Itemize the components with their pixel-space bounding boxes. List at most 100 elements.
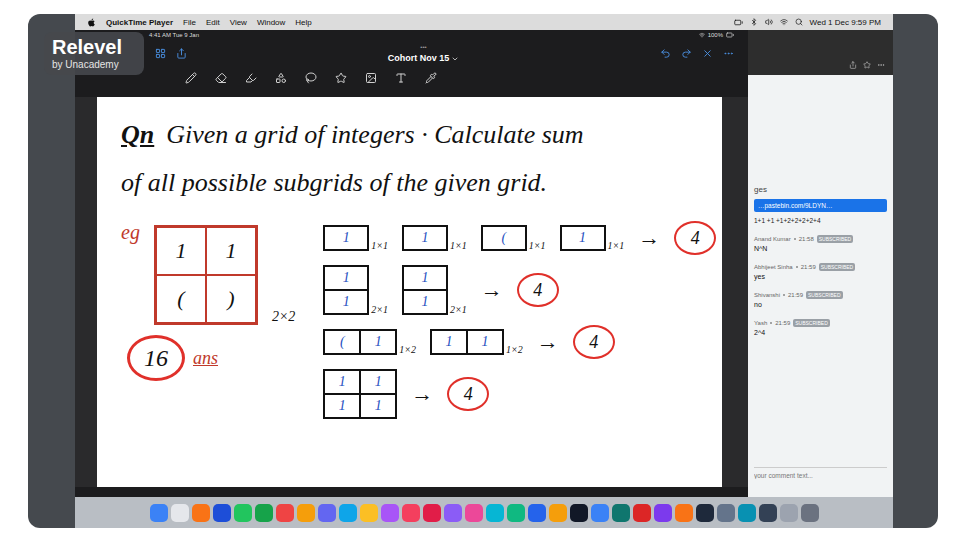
pinned-link[interactable]: …pastebin.com/9LDYN…	[754, 199, 887, 212]
subgrid-box: 1	[323, 225, 369, 251]
app-icon[interactable]	[297, 504, 315, 522]
note-page[interactable]: QnGiven a grid of integers · Calculate s…	[97, 97, 722, 487]
more-icon[interactable]	[877, 61, 885, 69]
sticker-icon[interactable]	[335, 72, 347, 84]
menu-item[interactable]: Help	[295, 18, 311, 27]
app-icon[interactable]	[171, 504, 189, 522]
comment-time: 21:59	[801, 264, 816, 270]
notes-title[interactable]: •••Cohort Nov 15	[388, 42, 460, 64]
app-icon[interactable]	[591, 504, 609, 522]
result-circle: 4	[447, 377, 489, 411]
chevron-down-icon[interactable]	[451, 55, 459, 63]
tablet-battery: 100%	[708, 32, 723, 38]
drawing-tools	[75, 66, 748, 90]
subgrid: 112×1	[323, 265, 388, 315]
app-icon[interactable]	[507, 504, 525, 522]
laser-icon[interactable]	[425, 72, 437, 84]
app-icon[interactable]	[381, 504, 399, 522]
app-icon[interactable]	[150, 504, 168, 522]
subgrid-box: 11	[402, 265, 448, 315]
subgrid-cell: 1	[324, 370, 360, 394]
app-icon[interactable]	[801, 504, 819, 522]
app-icon[interactable]	[675, 504, 693, 522]
meta-dot	[796, 266, 798, 268]
subscribed-badge: SUBSCRIBED	[806, 291, 843, 299]
bluetooth-icon[interactable]	[750, 18, 758, 26]
app-icon[interactable]	[696, 504, 714, 522]
comment-meta: Shivanshi21:59SUBSCRIBED	[754, 291, 887, 299]
subgrid-cell: 1	[324, 290, 368, 314]
wifi-icon[interactable]	[780, 18, 788, 26]
app-icon[interactable]	[738, 504, 756, 522]
subgrid-box: 11	[323, 265, 369, 315]
share-icon[interactable]	[849, 61, 857, 69]
menu-app[interactable]: QuickTime Player	[106, 18, 173, 27]
browser-toolbar	[748, 30, 893, 75]
app-icon[interactable]	[255, 504, 273, 522]
undo-icon[interactable]	[660, 48, 671, 59]
menu-item[interactable]: Window	[257, 18, 285, 27]
subgrid: 11×1	[323, 225, 388, 251]
more-icon[interactable]	[723, 48, 734, 59]
app-icon[interactable]	[654, 504, 672, 522]
app-icon[interactable]	[633, 504, 651, 522]
volume-icon[interactable]	[765, 18, 773, 26]
pen-icon[interactable]	[185, 72, 197, 84]
shapes-icon[interactable]	[275, 72, 287, 84]
notes-title-text[interactable]: Cohort Nov 15	[388, 53, 460, 64]
comment-input[interactable]	[754, 467, 887, 483]
app-icon[interactable]	[549, 504, 567, 522]
subgrid-cell: 1	[561, 226, 605, 250]
mac-screen: QuickTime Player File Edit View Window Help We…	[75, 14, 893, 528]
app-icon[interactable]	[318, 504, 336, 522]
subgrid: (11×2	[323, 329, 416, 355]
eraser-icon[interactable]	[215, 72, 227, 84]
app-icon[interactable]	[486, 504, 504, 522]
subgrid-box: (1	[323, 329, 397, 355]
app-icon[interactable]	[759, 504, 777, 522]
app-icon[interactable]	[360, 504, 378, 522]
notes-dots: •••	[420, 42, 426, 53]
subgrid-size: 1×2	[506, 344, 523, 355]
subgrid: (1×1	[481, 225, 546, 251]
app-icon[interactable]	[465, 504, 483, 522]
apple-icon[interactable]	[87, 18, 96, 27]
app-icon[interactable]	[570, 504, 588, 522]
result-circle: 4	[674, 221, 716, 255]
app-icon[interactable]	[234, 504, 252, 522]
highlighter-icon[interactable]	[245, 72, 257, 84]
app-icon[interactable]	[717, 504, 735, 522]
battery-icon[interactable]	[734, 18, 743, 27]
menu-item[interactable]: View	[230, 18, 247, 27]
app-icon[interactable]	[423, 504, 441, 522]
redo-icon[interactable]	[681, 48, 692, 59]
chat-comment: Shivanshi21:59SUBSCRIBEDno	[754, 291, 887, 308]
bookmark-icon[interactable]	[863, 61, 871, 69]
close-icon[interactable]	[702, 48, 713, 59]
dock	[75, 497, 893, 528]
subgrid-cell: 1	[403, 266, 447, 290]
comment-author: Abhijeet Sinha	[754, 264, 793, 270]
notes-title-row: •••Cohort Nov 15	[75, 40, 748, 66]
app-icon[interactable]	[780, 504, 798, 522]
share-icon[interactable]	[176, 48, 187, 59]
image-icon[interactable]	[365, 72, 377, 84]
app-icon[interactable]	[444, 504, 462, 522]
subgrid-row: 1111→4	[323, 369, 716, 419]
subgrid: 11×1	[560, 225, 625, 251]
app-icon[interactable]	[339, 504, 357, 522]
menu-clock[interactable]: Wed 1 Dec 9:59 PM	[810, 18, 881, 27]
app-icon[interactable]	[192, 504, 210, 522]
search-icon[interactable]	[795, 18, 803, 26]
app-icon[interactable]	[213, 504, 231, 522]
app-icon[interactable]	[528, 504, 546, 522]
app-icon[interactable]	[402, 504, 420, 522]
app-icon[interactable]	[276, 504, 294, 522]
grid-icon[interactable]	[155, 48, 166, 59]
meta-dot	[783, 294, 785, 296]
text-icon[interactable]	[395, 72, 407, 84]
menu-item[interactable]: Edit	[206, 18, 220, 27]
menu-item[interactable]: File	[183, 18, 196, 27]
app-icon[interactable]	[612, 504, 630, 522]
lasso-icon[interactable]	[305, 72, 317, 84]
